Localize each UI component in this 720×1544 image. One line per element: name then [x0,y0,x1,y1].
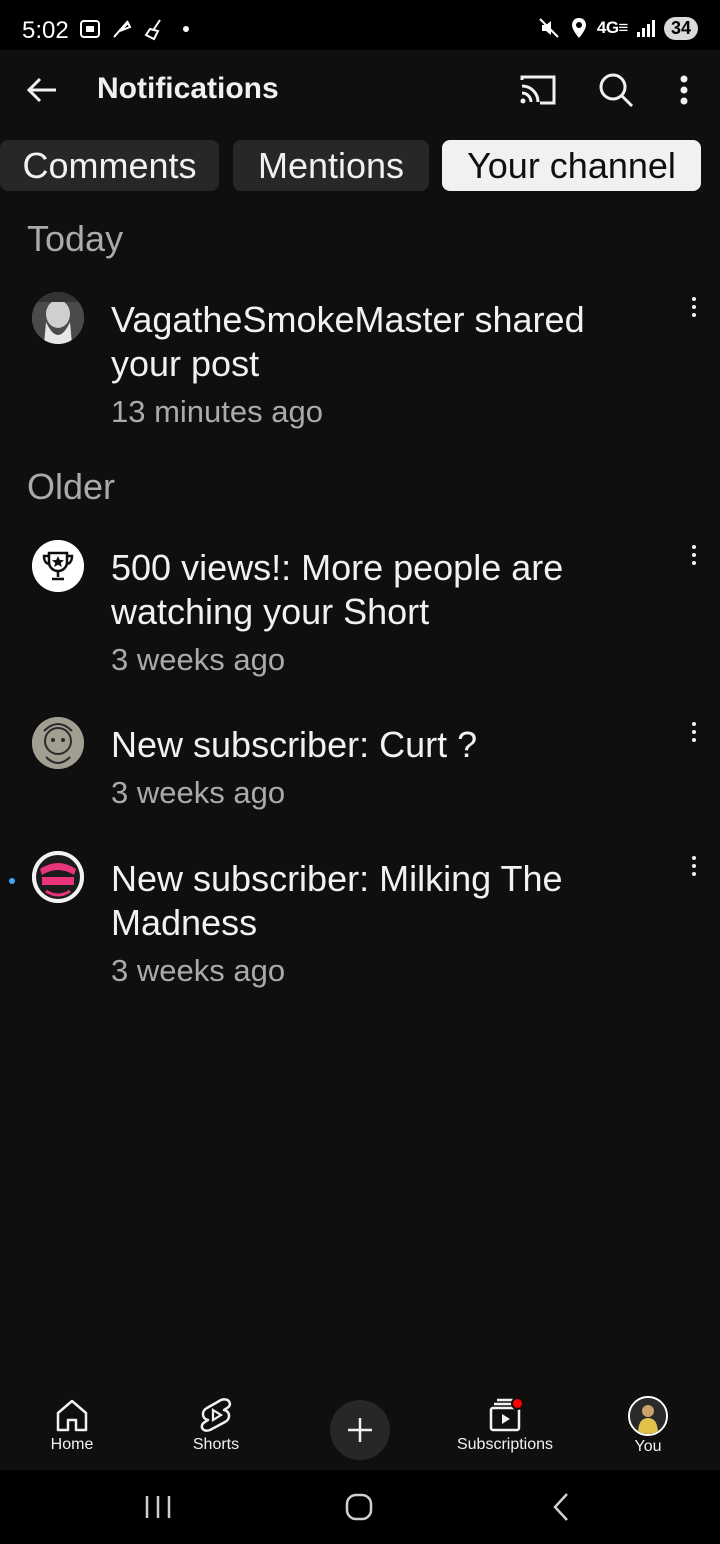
feather-icon [113,20,132,38]
tab-comments[interactable]: Comments [0,140,219,191]
notification-body: 500 views!: More people are watching you… [111,546,651,682]
nav-you-label: You [634,1438,662,1455]
notification-time: 3 weeks ago [111,953,286,988]
user-avatar [32,717,84,769]
app-bar: Notifications [0,50,720,132]
page-title: Notifications [97,72,279,105]
nav-shorts-label: Shorts [192,1436,240,1453]
subscriptions-badge [511,1397,524,1410]
back-arrow-icon[interactable] [22,70,62,110]
shorts-icon [200,1398,232,1432]
nav-home[interactable]: Home [17,1378,127,1454]
notification-body: New subscriber: Curt ? 3 weeks ago [111,723,651,815]
section-heading-older: Older [27,466,116,507]
nav-home-label: Home [50,1436,94,1453]
notification-body: New subscriber: Milking The Madness 3 we… [111,857,651,993]
home-icon [56,1399,88,1432]
screenshot-icon [80,20,100,38]
notification-text: 500 views!: More people are watching you… [111,547,564,632]
nav-subscriptions[interactable]: Subscriptions [450,1378,560,1454]
unread-indicator [9,878,15,884]
system-back-icon[interactable] [546,1490,576,1524]
status-bar: 5:02 4G≡ 34 [0,0,720,50]
status-notification-icons [78,17,198,41]
notification-menu-icon[interactable] [686,721,702,743]
bottom-navigation: Home Shorts Subscriptions You [0,1378,720,1468]
user-avatar [32,292,84,344]
notification-item[interactable]: New subscriber: Milking The Madness 3 we… [0,851,720,1001]
notification-text: New subscriber: Milking The Madness [111,858,563,943]
system-home-icon[interactable] [342,1490,376,1524]
broom-icon [144,19,161,41]
recent-apps-icon[interactable] [140,1492,176,1522]
notification-time: 3 weeks ago [111,775,286,810]
nav-subscriptions-label: Subscriptions [456,1436,554,1453]
notification-item[interactable]: New subscriber: Curt ? 3 weeks ago [0,717,720,827]
notification-item[interactable]: VagatheSmokeMaster shared your post 13 m… [0,292,720,442]
location-icon [571,18,586,38]
notification-item[interactable]: 500 views!: More people are watching you… [0,540,720,690]
system-navigation-bar [0,1470,720,1544]
section-heading-today: Today [27,218,124,259]
cast-icon[interactable] [518,72,558,108]
tab-your-channel[interactable]: Your channel [442,140,701,191]
dot-icon [183,26,189,32]
battery-indicator: 34 [663,16,698,40]
trophy-icon [32,540,84,592]
notification-menu-icon[interactable] [686,296,702,318]
search-icon[interactable] [596,70,636,110]
tab-mentions[interactable]: Mentions [233,140,429,191]
more-options-icon[interactable] [668,70,700,110]
notification-time: 3 weeks ago [111,642,286,677]
notification-time: 13 minutes ago [111,394,323,429]
notification-body: VagatheSmokeMaster shared your post 13 m… [111,298,651,434]
channel-avatar [32,851,84,903]
create-button[interactable] [330,1400,390,1460]
nav-shorts[interactable]: Shorts [161,1378,271,1454]
status-time: 5:02 [22,17,69,44]
network-type: 4G≡ [596,18,629,37]
avatar[interactable] [628,1396,668,1436]
signal-icon [636,20,655,37]
notification-menu-icon[interactable] [686,544,702,566]
filter-tabs: Comments Mentions Your channel [0,140,720,192]
notification-text: VagatheSmokeMaster shared your post [111,299,585,384]
mute-icon [539,18,559,38]
notification-menu-icon[interactable] [686,855,702,877]
notification-text: New subscriber: Curt ? [111,724,478,765]
status-system-icons: 4G≡ 34 [537,16,698,40]
plus-icon [348,1418,372,1442]
